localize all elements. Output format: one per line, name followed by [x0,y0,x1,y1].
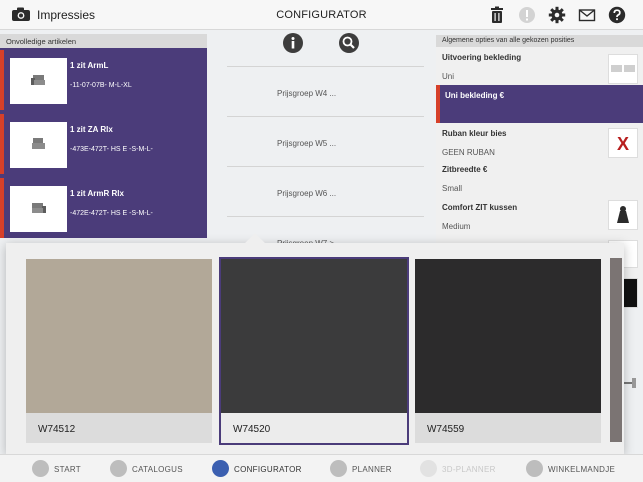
sofa-thumbnail [608,54,638,84]
swatch-code: W74520 [221,413,407,443]
article-code: -472E-472T- HS E -S-M-L- [70,210,153,217]
article-item[interactable]: 1 zit ZA Rlx -473E-472T- HS E -S-M-L- [0,114,207,174]
article-thumbnail [10,58,67,104]
article-name: 1 zit ZA Rlx [70,125,113,134]
trash-icon[interactable] [488,6,506,24]
cube-icon [420,460,437,477]
home-icon [32,460,49,477]
article-name: 1 zit ArmL [70,61,109,70]
option-value: Medium [442,222,471,231]
wrench-icon [212,460,229,477]
swatch-code: W74559 [415,413,601,443]
article-item[interactable]: 1 zit ArmL -11-07-07B- M-L-XL [0,50,207,110]
fabric-swatch-popover: W74512 W74520 W74559 [6,233,624,454]
gear-icon[interactable] [548,6,566,24]
article-item[interactable]: 1 zit ArmR Rlx -472E-472T- HS E -S-M-L- [0,178,207,238]
option-value: Small [442,184,463,193]
next-swatch-preview[interactable] [610,258,622,442]
price-group-item[interactable]: Prijsgroep W4 ... [227,66,424,116]
fabric-swatch[interactable]: W74512 [26,259,212,443]
help-icon[interactable] [608,6,626,24]
nav-label: 3D-PLANNER [442,465,496,474]
swatch-texture [26,259,212,413]
cushion-thumbnail [608,200,638,230]
article-thumbnail [10,186,67,232]
nav-label: CATALOGUS [132,465,183,474]
top-bar: Impressies CONFIGURATOR [0,0,643,30]
swatch-texture [415,259,601,413]
nav-label: PLANNER [352,465,392,474]
grid-icon [110,460,127,477]
info-icon[interactable] [283,33,303,53]
search-icon[interactable] [339,33,359,53]
armchair-icon [32,138,45,149]
mail-icon[interactable] [578,6,596,24]
article-name: 1 zit ArmR Rlx [70,189,124,198]
option-label: Uni bekleding € [445,91,505,100]
swatch-texture [221,259,407,413]
swatch-code: W74512 [26,413,212,443]
no-ruban-thumbnail: X [608,128,638,158]
alert-icon [519,7,535,23]
svg-text:X: X [617,134,629,154]
nav-label: START [54,465,81,474]
price-group-item[interactable]: Prijsgroep W5 ... [227,116,424,166]
incomplete-articles-list: 1 zit ArmL -11-07-07B- M-L-XL 1 zit ZA R… [0,48,207,238]
fabric-swatch-selected[interactable]: W74520 [219,257,409,445]
option-uni-upholstery[interactable]: Uni bekleding € [436,85,643,123]
option-value: GEEN RUBAN [442,148,495,157]
fabric-swatch[interactable]: W74559 [415,259,601,443]
option-seat-width[interactable]: Zitbreedte € Small [436,161,643,199]
cart-icon [526,460,543,477]
option-label: Zitbreedte € [442,165,488,174]
general-options-header: Algemene opties van alle gekozen positie… [436,35,643,47]
article-code: -11-07-07B- M-L-XL [70,82,132,89]
bottom-nav: START CATALOGUS CONFIGURATOR PLANNER 3D-… [0,454,643,482]
option-label: Ruban kleur bies [442,129,507,138]
option-label: Uitvoering bekleding [442,53,522,62]
article-thumbnail [10,122,67,168]
option-value: Uni [442,72,455,81]
nav-label: CONFIGURATOR [234,465,302,474]
nav-label: WINKELMANDJE [548,465,616,474]
incomplete-articles-header: Onvolledige artikelen [0,34,207,48]
price-group-item[interactable]: Prijsgroep W6 ... [227,166,424,216]
option-label: Comfort ZIT kussen [442,203,518,212]
armchair-icon [32,203,46,213]
pencil-icon [330,460,347,477]
article-code: -473E-472T- HS E -S-M-L- [70,146,153,153]
page-title: CONFIGURATOR [276,9,367,21]
armchair-icon [31,75,45,85]
